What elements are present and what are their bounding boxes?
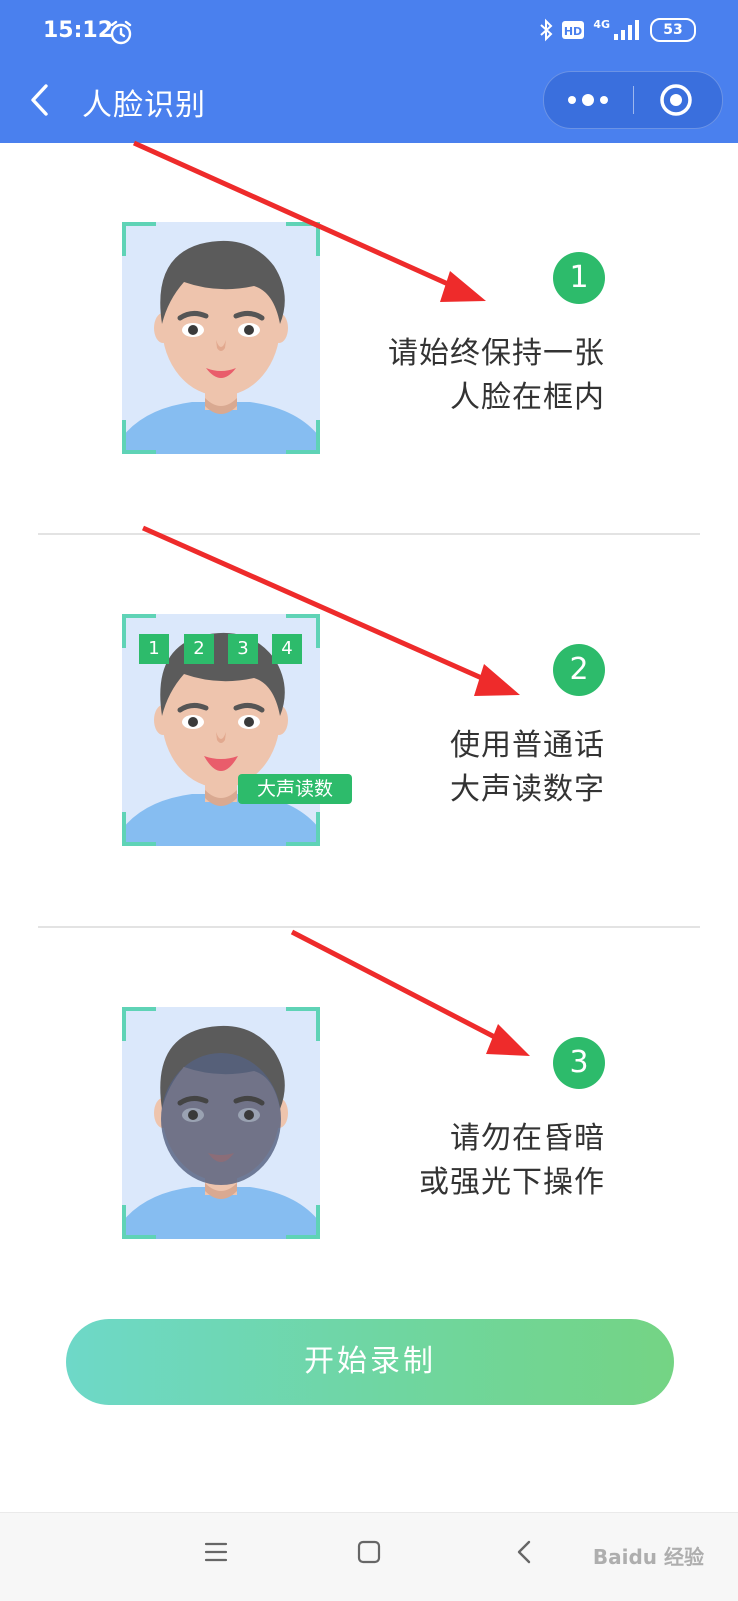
step-instruction: 请勿在昏暗 或强光下操作 <box>419 1117 605 1205</box>
instruction-line: 或强光下操作 <box>419 1165 605 1200</box>
instruction-line: 请勿在昏暗 <box>450 1121 605 1156</box>
step-instruction: 请始终保持一张 人脸在框内 <box>388 332 605 420</box>
digit-badge: 3 <box>228 634 258 664</box>
read-aloud-tag: 大声读数 <box>238 774 352 804</box>
menu-icon[interactable] <box>203 1539 229 1565</box>
divider <box>38 533 700 535</box>
step-1: 1 请始终保持一张 人脸在框内 <box>0 222 738 482</box>
step-number-badge: 3 <box>553 1037 605 1089</box>
step-number-badge: 1 <box>553 252 605 304</box>
start-recording-button[interactable]: 开始录制 <box>66 1319 674 1405</box>
status-time: 15:12 <box>43 18 114 43</box>
frame-corner <box>286 222 320 256</box>
step-2: 1 2 3 4 大声读数 2 使用普通话 大声读数字 <box>0 614 738 874</box>
baidu-watermark: Baidu 经验 <box>592 1545 704 1569</box>
face-frame <box>122 222 320 454</box>
instruction-line: 大声读数字 <box>450 772 605 807</box>
frame-corner <box>286 1205 320 1239</box>
back-icon[interactable] <box>26 82 56 118</box>
network-label: 4G <box>593 18 610 31</box>
signal-icon <box>614 20 639 40</box>
step-instruction: 使用普通话 大声读数字 <box>450 724 605 812</box>
step-3: 3 请勿在昏暗 或强光下操作 <box>0 1007 738 1267</box>
frame-corner <box>122 1007 156 1041</box>
instruction-line: 使用普通话 <box>450 728 605 763</box>
alarm-icon <box>110 20 132 45</box>
digit-badge: 1 <box>139 634 169 664</box>
battery-indicator: 53 <box>650 18 696 42</box>
frame-corner <box>122 1205 156 1239</box>
instruction-line: 请始终保持一张 <box>388 336 605 371</box>
frame-corner <box>286 1007 320 1041</box>
close-circle-icon[interactable] <box>634 72 722 128</box>
frame-corner <box>122 812 156 846</box>
divider <box>38 926 700 928</box>
face-frame <box>122 1007 320 1239</box>
instruction-line: 人脸在框内 <box>450 380 605 415</box>
frame-corner <box>286 812 320 846</box>
bluetooth-icon <box>540 18 553 42</box>
back-nav-icon[interactable] <box>512 1539 538 1565</box>
face-frame: 1 2 3 4 <box>122 614 320 846</box>
page-title: 人脸识别 <box>82 88 206 123</box>
more-icon[interactable] <box>544 72 632 128</box>
frame-corner <box>122 222 156 256</box>
digit-badge: 2 <box>184 634 214 664</box>
frame-corner <box>122 420 156 454</box>
home-icon[interactable] <box>356 1539 382 1565</box>
frame-corner <box>286 420 320 454</box>
mini-program-capsule <box>543 71 723 129</box>
hd-icon: HD <box>562 21 585 39</box>
app-header: 15:12 HD 4G 53 人脸识别 <box>0 0 738 143</box>
status-icons: HD 4G 53 <box>539 18 696 42</box>
step-number-badge: 2 <box>553 644 605 696</box>
svg-text:HD: HD <box>564 25 582 38</box>
digit-badge: 4 <box>272 634 302 664</box>
